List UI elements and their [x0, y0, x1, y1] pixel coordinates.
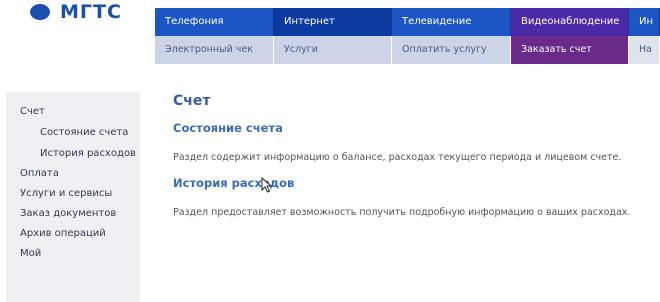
- sidebar-item-documents[interactable]: Заказ документов: [6, 204, 140, 224]
- sidebar-item-payment[interactable]: Оплата: [6, 164, 140, 184]
- sidebar-item-account[interactable]: Счет: [6, 102, 140, 122]
- subnav-item-pay[interactable]: Оплатить услугу: [392, 36, 511, 64]
- logo-icon: [30, 4, 50, 20]
- sidebar-item-expense-history[interactable]: История расходов: [6, 143, 140, 164]
- mouse-cursor-icon: [261, 177, 273, 193]
- logo-text: МГТС: [60, 1, 122, 23]
- subnav-item-services[interactable]: Услуги: [274, 36, 392, 64]
- section-title-expense-history[interactable]: История расходов: [173, 176, 653, 190]
- sidebar-item-account-status[interactable]: Состояние счета: [6, 122, 140, 143]
- sidebar-item-archive[interactable]: Архив операций: [6, 224, 140, 244]
- subnav-item-order-invoice[interactable]: Заказать счет: [511, 36, 629, 64]
- topnav-item-more[interactable]: Ин: [629, 8, 660, 36]
- topnav-item-video[interactable]: Видеонаблюдение: [511, 8, 629, 36]
- topnav-item-telephony[interactable]: Телефония: [155, 8, 274, 36]
- main-content: Счет Состояние счета Раздел содержит инф…: [173, 92, 653, 231]
- section-title-account-status[interactable]: Состояние счета: [173, 121, 653, 135]
- section-text-account-status: Раздел содержит информацию о балансе, ра…: [173, 152, 622, 163]
- subnav-item-e-check[interactable]: Электронный чек: [155, 36, 274, 64]
- topnav-item-internet[interactable]: Интернет: [274, 8, 392, 36]
- section-text-expense-history: Раздел предоставляет возможность получит…: [173, 207, 631, 218]
- sidebar-item-services[interactable]: Услуги и сервисы: [6, 184, 140, 204]
- topnav-item-tv[interactable]: Телевидение: [392, 8, 511, 36]
- page-title: Счет: [173, 93, 211, 109]
- sidebar-item-my[interactable]: Мой: [6, 244, 140, 264]
- sidebar: Счет Состояние счета История расходов Оп…: [6, 92, 140, 302]
- top-navigation: Телефония Интернет Телевидение Видеонабл…: [155, 8, 660, 36]
- brand-logo[interactable]: МГТС: [30, 0, 122, 24]
- sub-navigation: Электронный чек Услуги Оплатить услугу З…: [155, 36, 660, 64]
- subnav-item-more[interactable]: На: [629, 36, 660, 64]
